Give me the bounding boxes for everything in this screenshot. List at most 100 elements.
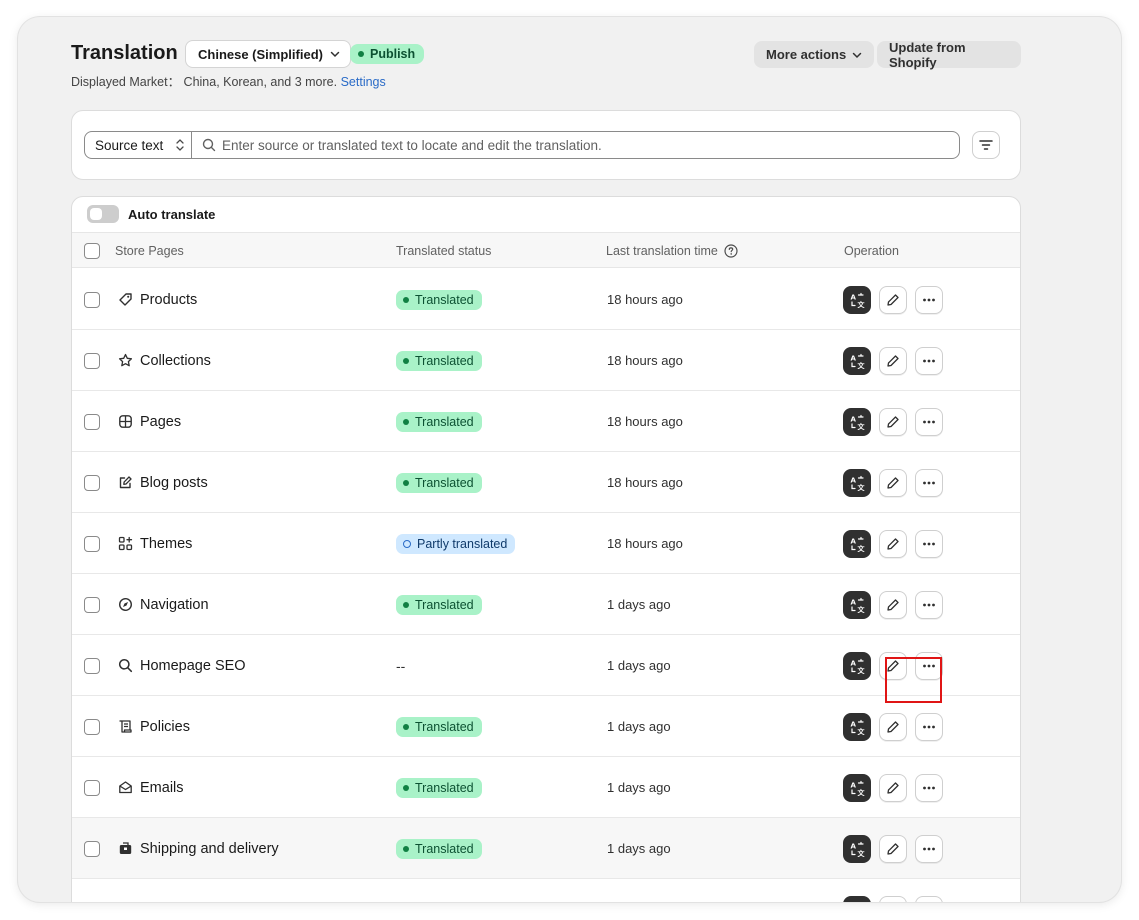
filter-icon xyxy=(979,140,993,150)
more-options-button[interactable] xyxy=(915,468,943,497)
status-empty: -- xyxy=(396,657,406,674)
edit-button[interactable] xyxy=(879,529,907,558)
translate-icon: A 文 xyxy=(851,292,865,308)
more-actions-button[interactable]: More actions xyxy=(754,41,875,68)
auto-translate-button[interactable]: A 文 xyxy=(843,773,871,802)
auto-translate-button[interactable]: A 文 xyxy=(843,529,871,558)
table-row-themes[interactable]: Themes Partly translated 18 hours ago A … xyxy=(72,513,1020,574)
more-options-button[interactable] xyxy=(915,346,943,375)
status-dot-icon xyxy=(403,784,409,791)
filter-button[interactable] xyxy=(972,131,1000,159)
more-options-button[interactable] xyxy=(915,651,943,680)
table-row-partial[interactable]: A 文 xyxy=(72,879,1020,902)
edit-button[interactable] xyxy=(879,407,907,436)
auto-translate-button[interactable]: A 文 xyxy=(843,468,871,497)
more-horizontal-icon xyxy=(923,786,935,789)
help-icon[interactable] xyxy=(724,244,738,258)
row-checkbox[interactable] xyxy=(84,779,100,796)
auto-translate-button[interactable]: A 文 xyxy=(843,712,871,741)
more-options-button[interactable] xyxy=(915,529,943,558)
more-options-button[interactable] xyxy=(915,773,943,802)
language-select[interactable]: Chinese (Simplified) xyxy=(185,40,351,68)
row-time: 1 days ago xyxy=(607,597,671,612)
row-checkbox[interactable] xyxy=(84,596,100,613)
status-badge: Translated xyxy=(396,350,482,371)
auto-translate-button[interactable]: A 文 xyxy=(843,651,871,680)
table-row-products[interactable]: Products Translated 18 hours ago A 文 xyxy=(72,269,1020,330)
table-row-emails[interactable]: Emails Translated 1 days ago A 文 xyxy=(72,757,1020,818)
row-status-cell: Translated xyxy=(396,818,482,879)
more-horizontal-icon xyxy=(923,359,935,362)
row-checkbox[interactable] xyxy=(84,657,100,674)
auto-translate-button[interactable]: A 文 xyxy=(843,834,871,863)
pencil-icon xyxy=(887,354,899,367)
table-row-navigation[interactable]: Navigation Translated 1 days ago A 文 xyxy=(72,574,1020,635)
row-status-cell: Translated xyxy=(396,269,482,330)
edit-button[interactable] xyxy=(879,651,907,680)
row-checkbox[interactable] xyxy=(84,718,100,735)
status-label: Translated xyxy=(415,475,474,490)
table-row-blog-posts[interactable]: Blog posts Translated 18 hours ago A 文 xyxy=(72,452,1020,513)
table-row-homepage-seo[interactable]: Homepage SEO -- 1 days ago A 文 xyxy=(72,635,1020,696)
edit-button[interactable] xyxy=(879,895,907,902)
more-options-button[interactable] xyxy=(915,590,943,619)
table-row-pages[interactable]: Pages Translated 18 hours ago A 文 xyxy=(72,391,1020,452)
edit-button[interactable] xyxy=(879,712,907,741)
edit-button[interactable] xyxy=(879,773,907,802)
row-checkbox[interactable] xyxy=(84,840,100,857)
edit-button[interactable] xyxy=(879,285,907,314)
column-header-time: Last translation time xyxy=(606,233,738,269)
settings-link[interactable]: Settings xyxy=(341,75,386,89)
row-time: 18 hours ago xyxy=(607,475,683,490)
row-checkbox-cell xyxy=(84,513,100,574)
row-checkbox[interactable] xyxy=(84,413,100,430)
auto-translate-button[interactable]: A 文 xyxy=(843,285,871,314)
table-row-policies[interactable]: Policies Translated 1 days ago A 文 xyxy=(72,696,1020,757)
row-checkbox[interactable] xyxy=(84,535,100,552)
status-dot-icon xyxy=(403,845,409,852)
more-horizontal-icon xyxy=(923,603,935,606)
source-text-select[interactable]: Source text xyxy=(85,132,192,158)
publish-status-badge: Publish xyxy=(350,44,425,64)
select-all-checkbox[interactable] xyxy=(84,243,100,259)
email-icon xyxy=(118,780,133,795)
svg-text:文: 文 xyxy=(858,666,866,674)
more-options-button[interactable] xyxy=(915,407,943,436)
more-options-button[interactable] xyxy=(915,895,943,902)
more-options-button[interactable] xyxy=(915,285,943,314)
row-name-cell: Blog posts xyxy=(118,452,208,513)
auto-translate-button[interactable]: A 文 xyxy=(843,346,871,375)
status-dot-icon xyxy=(403,479,409,486)
auto-translate-button[interactable]: A 文 xyxy=(843,590,871,619)
update-from-shopify-button[interactable]: Update from Shopify xyxy=(877,40,1021,70)
svg-text:文: 文 xyxy=(858,727,866,735)
more-options-button[interactable] xyxy=(915,834,943,863)
status-badge: Translated xyxy=(396,289,482,310)
column-header-time-label: Last translation time xyxy=(606,244,718,258)
table-row-shipping-and-delivery[interactable]: Shipping and delivery Translated 1 days … xyxy=(72,818,1020,879)
more-options-button[interactable] xyxy=(915,712,943,741)
row-checkbox[interactable] xyxy=(84,352,100,369)
edit-button[interactable] xyxy=(879,590,907,619)
row-checkbox[interactable] xyxy=(84,291,100,308)
search-group: Source text xyxy=(84,131,960,159)
row-checkbox[interactable] xyxy=(84,474,100,491)
edit-button[interactable] xyxy=(879,834,907,863)
row-name-cell: Policies xyxy=(118,696,190,757)
auto-translate-button[interactable]: A 文 xyxy=(843,895,871,902)
star-icon xyxy=(118,353,133,368)
status-badge: Translated xyxy=(396,411,482,432)
edit-button[interactable] xyxy=(879,346,907,375)
row-time: 1 days ago xyxy=(607,780,671,795)
svg-text:A: A xyxy=(851,659,857,667)
search-input[interactable] xyxy=(222,137,922,153)
status-dot-icon xyxy=(403,723,409,730)
row-checkbox-cell xyxy=(84,574,100,635)
edit-button[interactable] xyxy=(879,468,907,497)
table-row-collections[interactable]: Collections Translated 18 hours ago A 文 xyxy=(72,330,1020,391)
auto-translate-toggle[interactable] xyxy=(87,205,119,223)
row-operations: A 文 xyxy=(843,269,943,330)
row-checkbox[interactable] xyxy=(84,901,100,902)
translate-icon: A 文 xyxy=(851,841,865,857)
auto-translate-button[interactable]: A 文 xyxy=(843,407,871,436)
